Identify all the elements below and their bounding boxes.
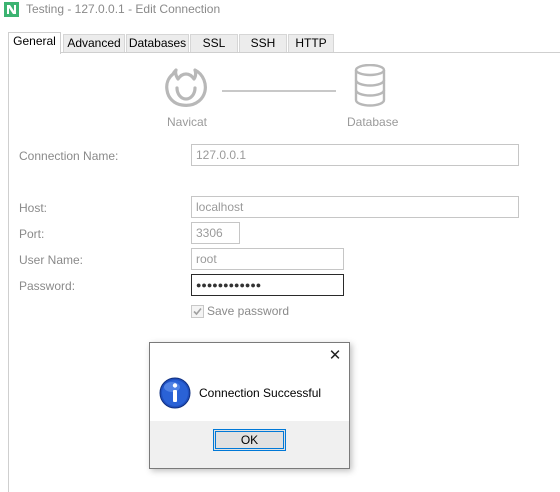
- password-label: Password:: [19, 279, 76, 293]
- save-password-label: Save password: [207, 304, 290, 318]
- tab-ssh[interactable]: SSH: [239, 34, 287, 53]
- database-label: Database: [347, 115, 399, 129]
- password-field[interactable]: ●●●●●●●●●●●●: [191, 274, 344, 296]
- database-icon: [354, 64, 386, 107]
- connection-line: [222, 90, 336, 92]
- connection-name-label: Connection Name:: [19, 149, 119, 163]
- navicat-app-icon: [4, 2, 19, 17]
- save-password-checkbox[interactable]: [191, 305, 204, 318]
- tab-databases[interactable]: Databases: [126, 34, 189, 53]
- host-field[interactable]: localhost: [191, 196, 519, 218]
- navicat-label: Navicat: [167, 115, 208, 129]
- dialog-footer: OK: [150, 421, 349, 468]
- navicat-logo-icon: [165, 68, 207, 107]
- username-label: User Name:: [19, 253, 84, 267]
- tab-http[interactable]: HTTP: [288, 34, 334, 53]
- info-icon: [159, 377, 191, 409]
- title-bar: Testing - 127.0.0.1 - Edit Connection: [0, 0, 560, 20]
- username-field[interactable]: root: [191, 248, 344, 270]
- ok-button[interactable]: OK: [213, 429, 286, 451]
- window-title: Testing - 127.0.0.1 - Edit Connection: [26, 2, 221, 16]
- port-label: Port:: [19, 227, 45, 241]
- dialog-title-bar: ✕: [150, 343, 349, 369]
- tab-strip: General Advanced Databases SSL SSH HTTP: [8, 32, 560, 54]
- host-label: Host:: [19, 201, 48, 215]
- tab-advanced[interactable]: Advanced: [63, 34, 125, 53]
- edit-connection-window: Testing - 127.0.0.1 - Edit Connection Ge…: [0, 0, 560, 492]
- dialog-message: Connection Successful: [199, 386, 322, 400]
- connection-result-dialog: ✕ Connection Successful OK: [149, 342, 350, 469]
- tab-ssl[interactable]: SSL: [190, 34, 238, 53]
- connection-name-field[interactable]: 127.0.0.1: [191, 144, 519, 166]
- port-field[interactable]: 3306: [191, 222, 240, 244]
- checkmark-icon: [193, 307, 202, 316]
- close-icon[interactable]: ✕: [327, 348, 343, 364]
- tab-general[interactable]: General: [8, 32, 61, 54]
